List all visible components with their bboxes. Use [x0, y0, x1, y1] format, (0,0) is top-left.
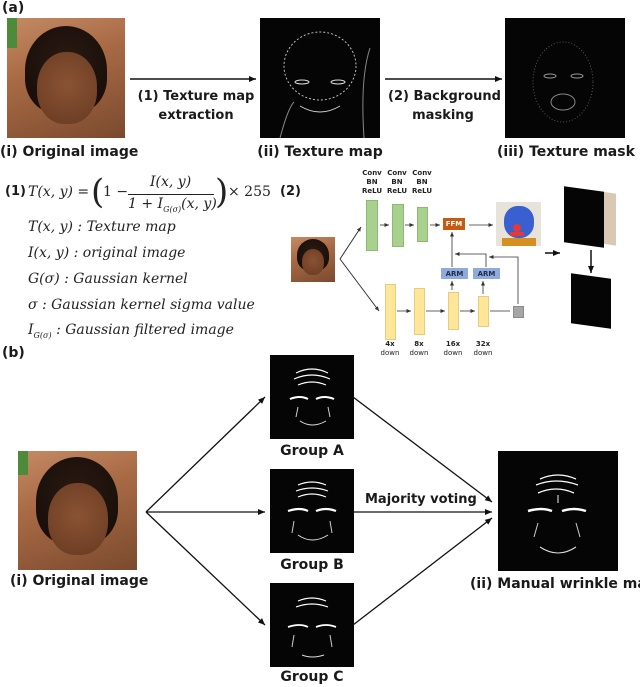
arrow-group-a-to-result	[352, 396, 493, 503]
connector-arrows	[130, 76, 594, 626]
arrow-to-spatial-path	[339, 226, 362, 260]
arrow-to-context-path	[339, 258, 380, 312]
arrow-to-group-c	[145, 511, 266, 626]
arrow-to-group-a	[145, 396, 266, 513]
arrow-group-c-to-result	[352, 517, 493, 626]
